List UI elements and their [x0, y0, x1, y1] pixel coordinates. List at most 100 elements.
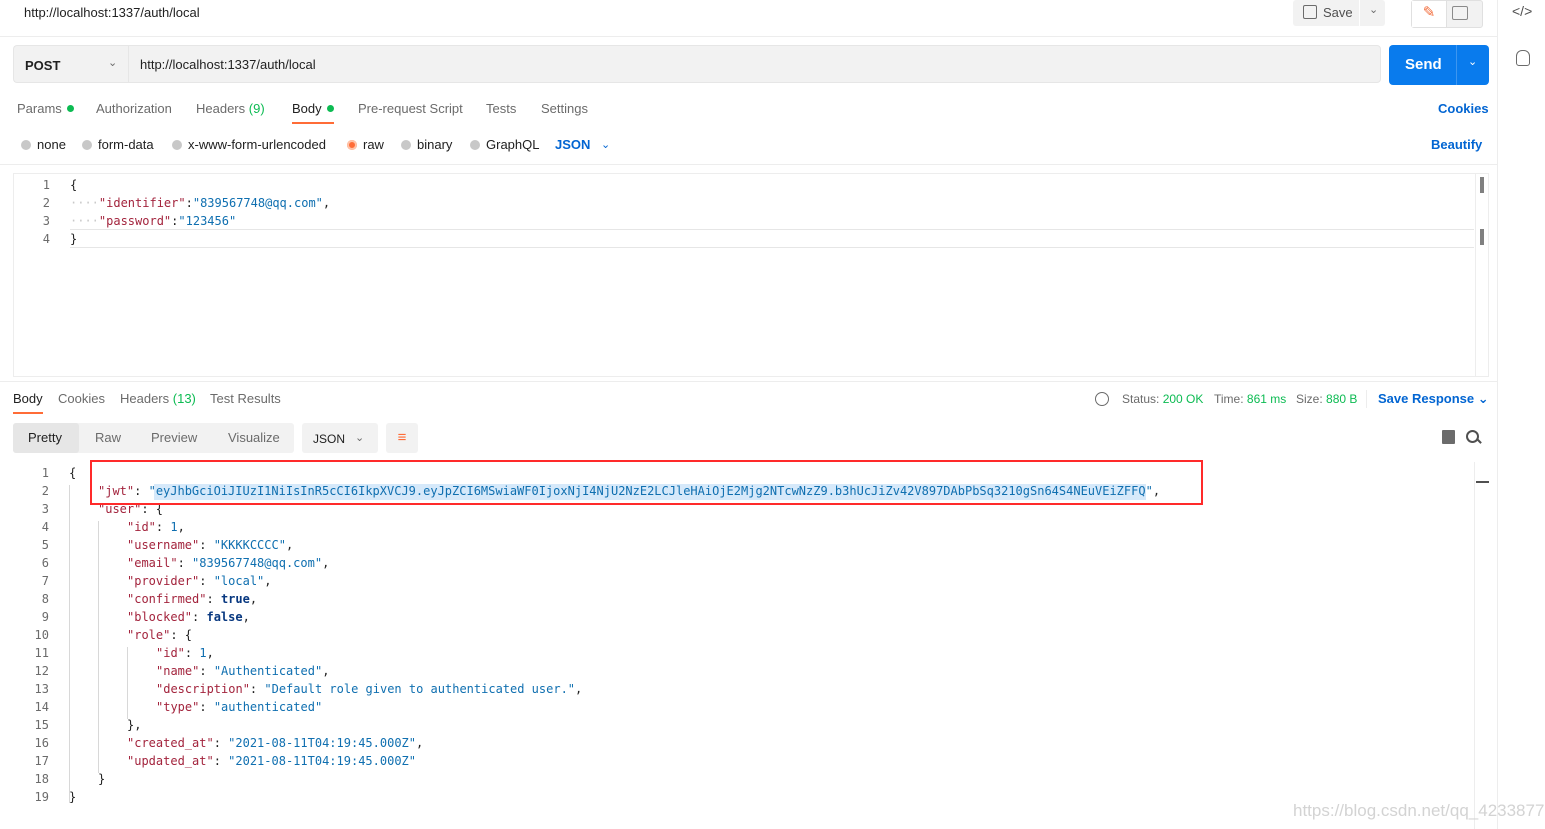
tab-response-body[interactable]: Body [13, 391, 43, 406]
view-pretty[interactable]: Pretty [13, 423, 79, 453]
tab-body[interactable]: Body [292, 101, 334, 116]
search-icon-handle [1476, 438, 1482, 444]
json-string: "Default role given to authenticated use… [264, 682, 576, 696]
json-key: "created_at" [127, 736, 214, 750]
method-select[interactable]: POST ⌄ [13, 45, 128, 83]
tab-response-cookies[interactable]: Cookies [58, 391, 105, 406]
code-line: "name": "Authenticated", [156, 664, 330, 678]
beautify-link[interactable]: Beautify [1431, 137, 1482, 152]
copy-icon[interactable] [1442, 430, 1455, 444]
radio-circle [21, 140, 31, 150]
chevron-down-icon[interactable]: ⌄ [601, 138, 610, 151]
response-format-select[interactable]: JSON ⌄ [302, 423, 378, 453]
radio-form-data[interactable]: form-data [82, 137, 154, 152]
indent-dots: ···· [70, 196, 99, 210]
tab-headers[interactable]: Headers (9) [196, 101, 265, 116]
tab-settings[interactable]: Settings [541, 101, 588, 116]
globe-icon[interactable] [1095, 392, 1109, 406]
tab-tests[interactable]: Tests [486, 101, 516, 116]
scrollbar-thumb[interactable] [1480, 177, 1484, 193]
radio-graphql[interactable]: GraphQL [470, 137, 539, 152]
scrollbar[interactable] [1474, 462, 1489, 829]
line-number: 6 [41, 556, 49, 570]
code-line: "id": 1, [127, 520, 185, 534]
pencil-icon[interactable]: ✎ [1412, 1, 1447, 27]
json-key: "name" [156, 664, 200, 678]
json-key: "email" [127, 556, 178, 570]
view-preview[interactable]: Preview [151, 430, 197, 445]
code-line: "role": { [127, 628, 193, 642]
time-value: 861 ms [1246, 392, 1287, 406]
line-number: 9 [41, 610, 49, 624]
code-line: "type": "authenticated" [156, 700, 323, 714]
json-number: 1 [170, 520, 178, 534]
chevron-down-icon[interactable]: ⌄ [1468, 55, 1477, 68]
divider [1366, 390, 1367, 408]
line-number: 1 [42, 178, 50, 192]
line-number: 2 [42, 196, 50, 210]
response-headers-count: (13) [172, 391, 196, 406]
json-boolean: false [206, 610, 243, 624]
view-visualize[interactable]: Visualize [228, 430, 280, 445]
json-string: "839567748@qq.com" [192, 556, 323, 570]
tab-test-results[interactable]: Test Results [210, 391, 281, 406]
line-number: 10 [34, 628, 49, 642]
cookies-link[interactable]: Cookies [1438, 101, 1489, 116]
comment-icon[interactable] [1452, 6, 1468, 20]
status-readout: Status: 200 OK [1122, 392, 1204, 406]
indent-dots: ···· [70, 214, 99, 228]
divider [0, 164, 1497, 165]
scrollbar-thumb[interactable] [1476, 481, 1489, 483]
size-value: 880 B [1326, 392, 1358, 406]
view-raw[interactable]: Raw [95, 430, 121, 445]
line-number: 4 [41, 520, 49, 534]
save-button[interactable]: Save ⌄ [1293, 0, 1385, 26]
scrollbar[interactable] [1475, 174, 1490, 376]
tab-params[interactable]: Params [17, 101, 74, 116]
radio-binary[interactable]: binary [401, 137, 452, 152]
line-number: 5 [41, 538, 49, 552]
json-key: "type" [156, 700, 200, 714]
tab-authorization[interactable]: Authorization [96, 101, 172, 116]
json-key: "id" [156, 646, 185, 660]
body-language-select[interactable]: JSON [555, 137, 590, 152]
code-line: "confirmed": true, [127, 592, 258, 606]
indent-guide [127, 647, 128, 719]
wrap-lines-icon[interactable]: ≡ [386, 423, 418, 453]
request-title[interactable]: http://localhost:1337/auth/local [24, 5, 200, 20]
line-number: 18 [34, 772, 49, 786]
json-key: "password" [98, 214, 172, 228]
json-boolean: true [220, 592, 250, 606]
size-readout: Size: 880 B [1296, 392, 1358, 406]
code-line: "created_at": "2021-08-11T04:19:45.000Z"… [127, 736, 424, 750]
radio-raw[interactable]: raw [347, 137, 384, 152]
send-button[interactable]: Send ⌄ [1389, 45, 1489, 85]
radio-none[interactable]: none [21, 137, 66, 152]
json-key: "confirmed" [127, 592, 207, 606]
code-line: "email": "839567748@qq.com", [127, 556, 330, 570]
url-input[interactable] [128, 45, 1381, 83]
current-line-highlight [70, 229, 1474, 248]
save-divider [1359, 0, 1360, 26]
save-label: Save [1323, 5, 1353, 20]
tab-pre-request-script[interactable]: Pre-request Script [358, 101, 463, 116]
line-number: 16 [34, 736, 49, 750]
line-number: 17 [34, 754, 49, 768]
save-response-button[interactable]: Save Response ⌄ [1378, 391, 1489, 407]
radio-circle [82, 140, 92, 150]
request-body-editor[interactable]: 1 2 3 4 { ····"identifier":"839567748@qq… [13, 173, 1489, 377]
right-sidebar: </> [1497, 0, 1545, 829]
radio-circle-selected [347, 140, 357, 150]
mode-toggle[interactable]: ✎ [1411, 0, 1483, 28]
line-number: 3 [42, 214, 50, 228]
radio-x-www-form-urlencoded[interactable]: x-www-form-urlencoded [172, 137, 326, 152]
json-key: "updated_at" [127, 754, 214, 768]
code-line: "blocked": false, [127, 610, 250, 624]
response-body-viewer[interactable]: 1 2 3 4 5 6 7 8 9 10 11 12 13 14 15 16 17 18 19 { "jwt": "… [13, 460, 1489, 829]
tab-response-headers[interactable]: Headers (13) [120, 391, 196, 406]
lightbulb-icon[interactable] [1516, 50, 1530, 66]
json-string: "Authenticated" [213, 664, 323, 678]
chevron-down-icon[interactable]: ⌄ [1369, 3, 1378, 16]
line-number: 13 [34, 682, 49, 696]
code-icon[interactable]: </> [1512, 3, 1532, 19]
